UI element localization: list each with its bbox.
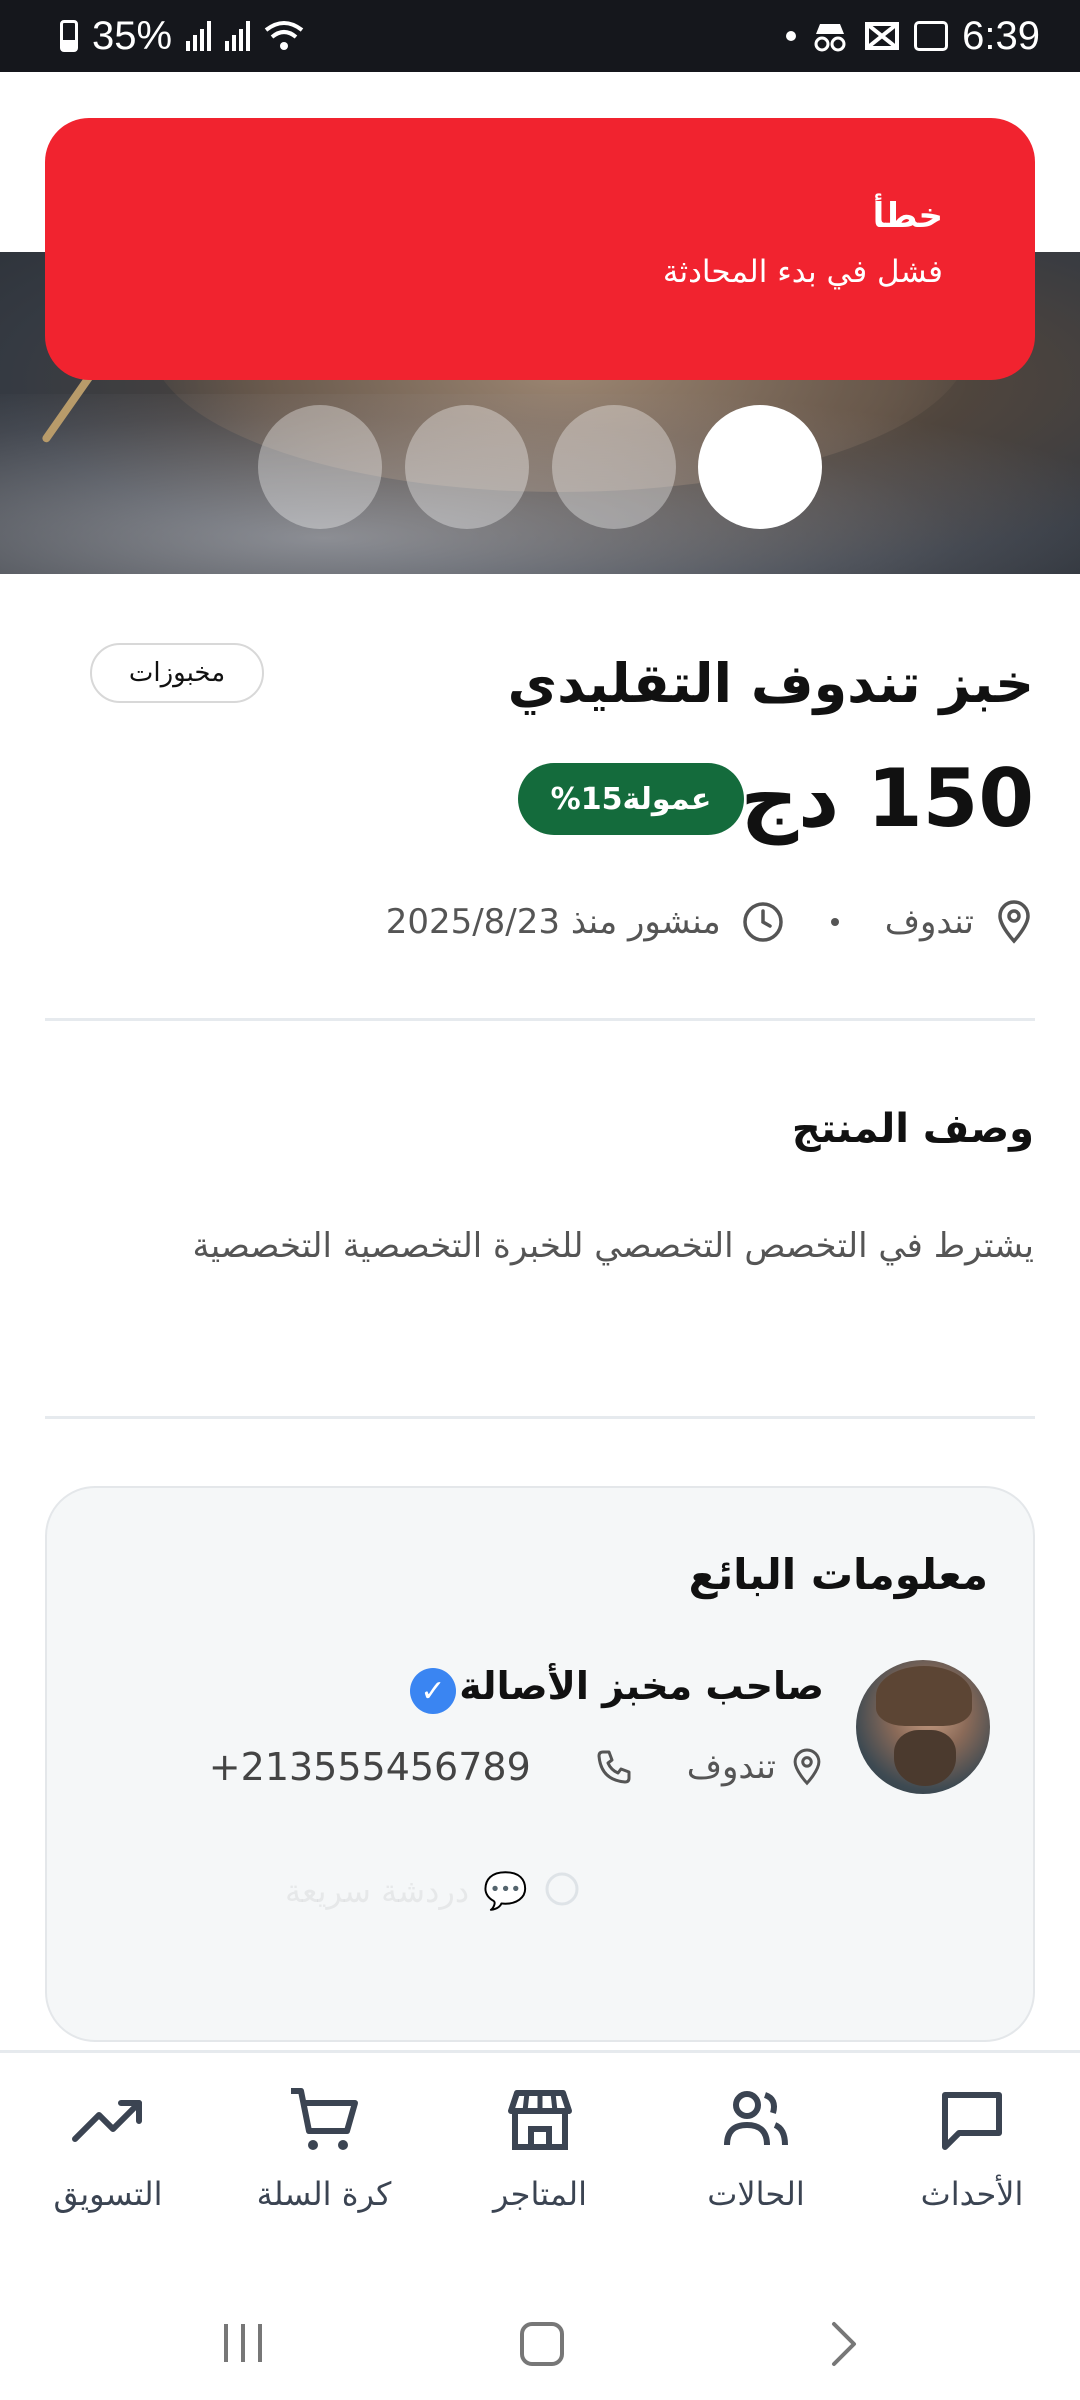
seller-phone[interactable]: +213555456789: [209, 1745, 531, 1789]
trending-up-icon: [72, 2100, 142, 2142]
posted-date: منشور منذ 2025/8/23: [385, 902, 721, 942]
battery-icon: [60, 20, 78, 52]
chat-bubble-icon: [545, 1872, 579, 1906]
image-pagination: [0, 405, 1080, 529]
seller-name[interactable]: صاحب مخبز الأصالة: [459, 1664, 824, 1708]
meta-separator: [830, 918, 839, 926]
product-title: خبز تندوف التقليدي: [507, 652, 1034, 715]
product-price: 150 دج: [740, 752, 1034, 845]
nav-label: كرة السلة: [256, 2175, 392, 2213]
seller-location: تندوف: [686, 1747, 776, 1787]
avatar-beard: [894, 1730, 956, 1786]
pagination-dot[interactable]: [405, 405, 529, 529]
seller-meta: تندوف +213555456789: [209, 1742, 824, 1792]
nav-label: التسويق: [53, 2175, 163, 2213]
category-chip[interactable]: مخبوزات: [90, 643, 264, 703]
nav-item-stores[interactable]: المتاجر: [432, 2053, 648, 2280]
message-square-icon: [942, 2092, 1002, 2150]
gallery-icon: [914, 21, 949, 51]
toast-title: خطأ: [872, 196, 943, 236]
quick-chat-button[interactable]: 💬 دردشة سريعة: [285, 1866, 582, 1916]
description-heading: وصف المنتج: [791, 1106, 1034, 1152]
seller-avatar[interactable]: [856, 1660, 990, 1794]
system-nav: [0, 2280, 1080, 2400]
pagination-dot[interactable]: [258, 405, 382, 529]
recent-apps-icon[interactable]: [218, 2320, 268, 2366]
avatar-hair: [876, 1666, 972, 1726]
error-toast[interactable]: خطأ فشل في بدء المحادثة: [45, 118, 1035, 380]
clock-icon: [743, 902, 783, 942]
nav-label: الأحداث: [920, 2175, 1024, 2213]
store-icon: [508, 2090, 572, 2150]
nav-item-events[interactable]: الأحداث: [864, 2053, 1080, 2280]
back-icon[interactable]: [826, 2320, 862, 2368]
location-pin-icon: [793, 1748, 821, 1786]
pagination-dot-active[interactable]: [698, 405, 822, 529]
cart-icon: [291, 2088, 358, 2150]
home-icon[interactable]: [518, 2320, 566, 2368]
product-meta: تندوف منشور منذ 2025/8/23: [386, 892, 1034, 952]
description-text: يشترط في التخصص التخصصي للخبرة التخصصية …: [192, 1226, 1035, 1266]
divider: [45, 1018, 1035, 1021]
nav-item-cart[interactable]: كرة السلة: [216, 2053, 432, 2280]
status-bar: 35% 6:39: [0, 0, 1080, 72]
seller-heading: معلومات البائع: [688, 1550, 988, 1599]
nav-item-marketing[interactable]: التسويق: [0, 2053, 216, 2280]
signal-icon: [186, 21, 212, 51]
phone-icon[interactable]: [595, 1748, 633, 1786]
status-left: 35%: [60, 14, 304, 59]
speech-balloon-icon: 💬: [483, 1871, 528, 1912]
bottom-nav: الأحداث الحالات المتاجر كرة السلة التسوي…: [0, 2050, 1080, 2280]
status-right: 6:39: [786, 14, 1040, 59]
nav-item-status[interactable]: الحالات: [648, 2053, 864, 2280]
divider: [45, 1416, 1035, 1419]
notification-dot-icon: [786, 31, 797, 41]
wifi-icon: [264, 21, 304, 50]
nav-label: الحالات: [707, 2175, 805, 2213]
battery-level: 35%: [92, 13, 173, 58]
incognito-icon: [814, 24, 846, 52]
mail-icon: [865, 22, 900, 50]
location-pin-icon: [998, 900, 1030, 944]
clock-time: 6:39: [962, 13, 1040, 58]
nav-label: المتاجر: [493, 2175, 587, 2213]
toast-message: فشل في بدء المحادثة: [662, 254, 943, 290]
signal-icon-2: [225, 21, 251, 51]
commission-badge: عمولة15%: [518, 763, 744, 835]
users-icon: [724, 2091, 788, 2146]
quick-chat-label: دردشة سريعة: [285, 1872, 470, 1910]
pagination-dot[interactable]: [552, 405, 676, 529]
verified-icon: ✓: [410, 1668, 456, 1714]
product-location: تندوف: [884, 902, 974, 942]
